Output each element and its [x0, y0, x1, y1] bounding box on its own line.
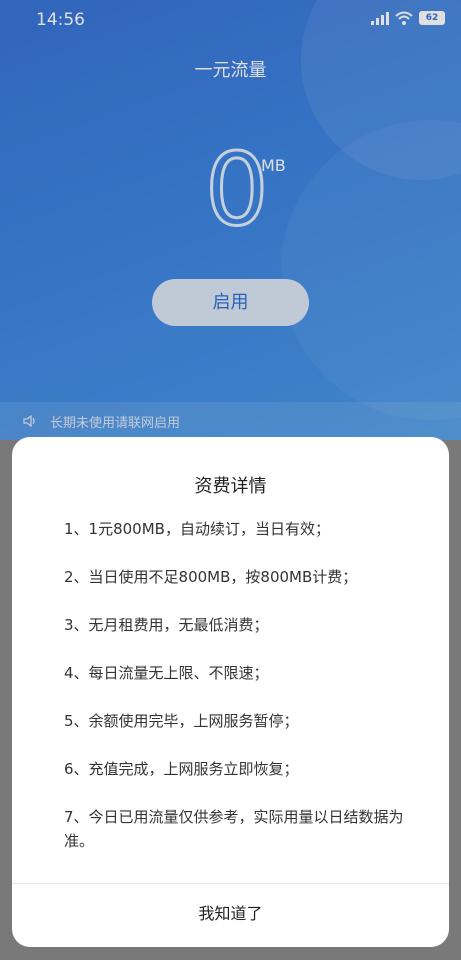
fee-list: 1、1元800MB，自动续订，当日有效； 2、当日使用不足800MB，按800M… [64, 517, 424, 877]
list-item: 2、当日使用不足800MB，按800MB计费； [64, 568, 358, 586]
list-item: 5、余额使用完毕，上网服务暂停； [64, 712, 299, 730]
list-item: 1、1元800MB，自动续订，当日有效； [64, 520, 330, 538]
list-item: 7、今日已用流量仅供参考，实际用量以日结数据为准。 [64, 808, 404, 850]
list-item: 4、每日流量无上限、不限速； [64, 664, 269, 682]
fee-details-dialog: 资费详情 1、1元800MB，自动续订，当日有效； 2、当日使用不足800MB，… [12, 437, 449, 947]
confirm-button[interactable]: 我知道了 [12, 884, 449, 944]
dialog-title: 资费详情 [194, 476, 267, 497]
list-item: 6、充值完成，上网服务立即恢复； [64, 760, 299, 778]
list-item: 3、无月租费用，无最低消费； [64, 616, 269, 634]
